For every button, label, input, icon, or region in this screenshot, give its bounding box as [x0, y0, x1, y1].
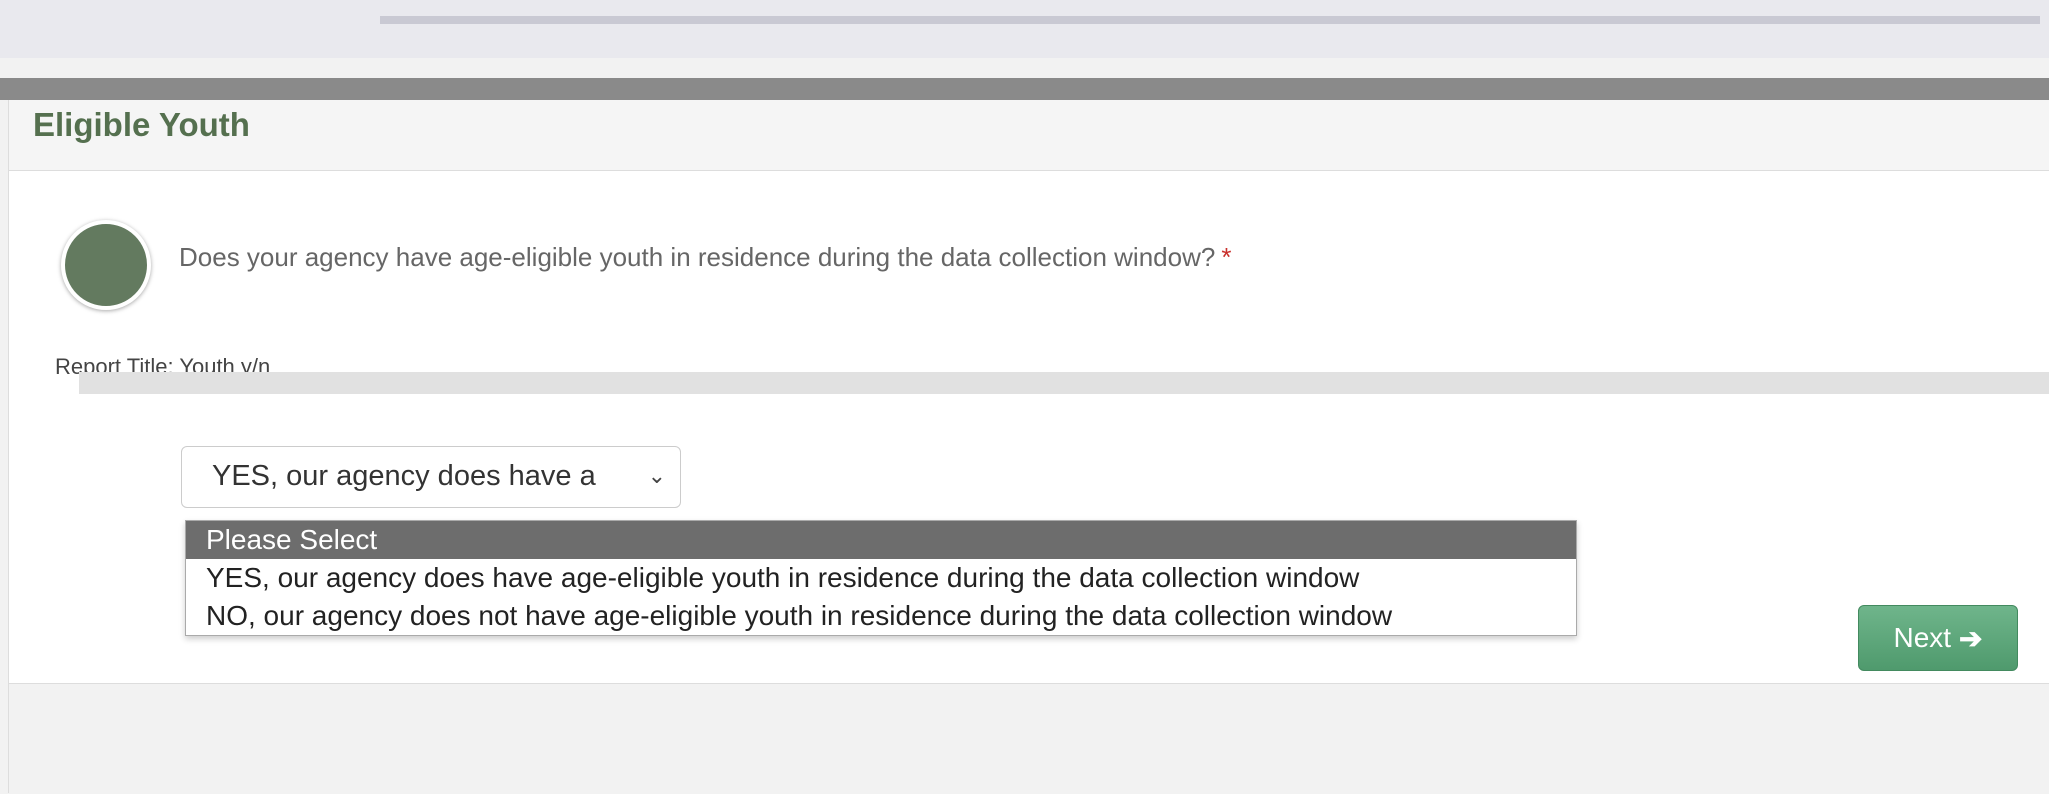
question-text: Does your agency have age-eligible youth…: [179, 242, 1216, 272]
option-no[interactable]: NO, our agency does not have age-eligibl…: [186, 597, 1576, 635]
next-button-label: Next: [1893, 622, 1952, 653]
option-yes[interactable]: YES, our agency does have age-eligible y…: [186, 559, 1576, 597]
banner-line: [380, 16, 2040, 24]
top-banner-strip: [0, 0, 2049, 58]
question-panel: Eligible Youth Does your agency have age…: [8, 100, 2049, 794]
answer-dropdown-list: Please Select YES, our agency does have …: [185, 520, 1577, 636]
required-marker: *: [1221, 242, 1232, 272]
chevron-down-icon: ⌄: [647, 463, 666, 488]
panel-heading: Eligible Youth: [9, 100, 2049, 171]
answer-select[interactable]: YES, our agency does have a ⌄: [181, 446, 681, 508]
report-divider: [79, 372, 2049, 394]
top-divider-bar: [0, 78, 2049, 100]
question-text-row: Does your agency have age-eligible youth…: [179, 242, 1231, 273]
panel-footer: [9, 683, 2049, 794]
arrow-right-icon: ➔: [1959, 622, 1983, 654]
next-button[interactable]: Next ➔: [1858, 605, 2018, 671]
panel-title: Eligible Youth: [33, 106, 250, 143]
answer-select-value: YES, our agency does have a: [212, 460, 596, 492]
option-please-select[interactable]: Please Select: [186, 521, 1576, 559]
question-step-icon: [61, 220, 151, 310]
